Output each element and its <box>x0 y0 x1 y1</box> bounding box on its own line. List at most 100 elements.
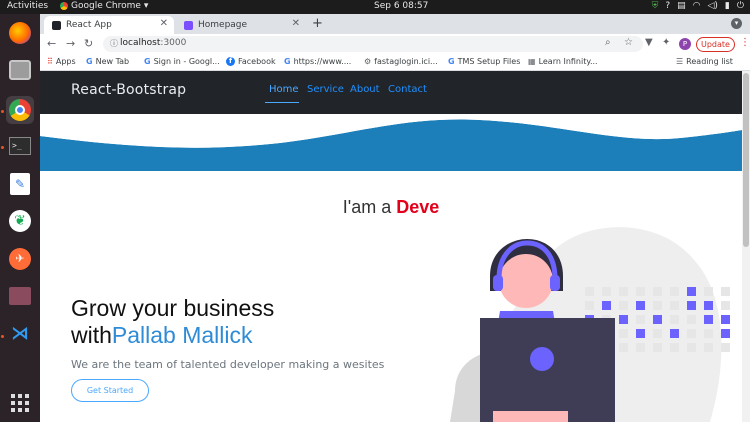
hero-wave <box>40 114 742 171</box>
folder-icon <box>9 287 31 305</box>
bookmark-label: Sign in - Googl... <box>153 57 220 66</box>
headline-with: with <box>71 322 112 348</box>
vscode-icon: ⋊ <box>11 323 29 344</box>
dock-terminal[interactable]: >_ <box>6 132 34 160</box>
tab-react-app[interactable]: React App ✕ <box>44 16 174 34</box>
running-indicator <box>1 146 4 149</box>
chevron-down-icon: ▾ <box>143 1 149 11</box>
google-icon: G <box>284 57 291 66</box>
system-tray[interactable]: ⛨ ? ▤ ◠ ◁) ▮ ⏻ <box>652 1 744 11</box>
firefox-icon <box>9 22 31 44</box>
dock-firefox[interactable] <box>6 19 34 47</box>
reading-list-icon: ☰ <box>676 57 684 66</box>
mongodb-leaf-icon: ❦ <box>9 210 31 232</box>
reload-icon[interactable]: ↻ <box>84 37 93 50</box>
bookmark-tms-setup[interactable]: G TMS Setup Files <box>448 57 520 66</box>
page-icon: ▦ <box>528 57 536 66</box>
reading-list-label: Reading list <box>686 57 733 66</box>
forward-arrow-icon[interactable]: → <box>66 37 75 50</box>
folder-icon <box>9 60 31 80</box>
show-applications-button[interactable] <box>6 389 34 417</box>
tab-strip: React App ✕ Homepage ✕ + ▾ <box>40 14 750 34</box>
address-bar[interactable]: ⓘ localhost:3000 ⌕ ☆ <box>103 36 643 52</box>
bookmark-apps[interactable]: ⠿ Apps <box>47 57 76 66</box>
system-top-bar: Activities Google Chrome ▾ Sep 6 08:57 ⛨… <box>0 0 750 14</box>
site-navbar: React-Bootstrap Home Service About Conta… <box>40 71 742 114</box>
search-icon[interactable]: ⌕ <box>605 37 611 48</box>
dock-mongodb-compass[interactable]: ❦ <box>6 207 34 235</box>
power-icon: ⏻ <box>736 1 744 11</box>
clock[interactable]: Sep 6 08:57 <box>374 1 428 11</box>
update-button[interactable]: Update <box>696 37 735 52</box>
star-icon[interactable]: ☆ <box>624 37 633 48</box>
wifi-icon: ◠ <box>692 1 701 11</box>
back-arrow-icon[interactable]: ← <box>47 37 56 50</box>
bookmark-label: fastaglogin.ici... <box>374 57 438 66</box>
postman-icon: ✈ <box>9 248 31 270</box>
reading-list-button[interactable]: ☰ Reading list <box>676 57 733 66</box>
google-icon: G <box>86 57 93 66</box>
site-brand[interactable]: React-Bootstrap <box>71 82 186 98</box>
react-favicon-icon <box>52 20 61 30</box>
activities-button[interactable]: Activities <box>7 1 48 11</box>
dock-text-editor[interactable]: ✎ <box>6 170 34 198</box>
dock-files[interactable] <box>6 56 34 84</box>
bookmarks-bar: ⠿ Apps G New Tab G Sign in - Googl... f … <box>40 54 750 71</box>
hero-tagline: We are the team of talented developer ma… <box>71 358 385 371</box>
google-icon: G <box>448 57 455 66</box>
close-tab-icon[interactable]: ✕ <box>292 18 300 29</box>
dock-postman[interactable]: ✈ <box>6 245 34 273</box>
bookmark-facebook[interactable]: f Facebook <box>226 57 276 66</box>
bookmark-label: https://www.... <box>293 57 352 66</box>
extension-filter-icon[interactable]: ▼ <box>645 37 653 48</box>
nav-about[interactable]: About <box>350 84 380 95</box>
page-icon: ⚙ <box>364 57 372 66</box>
bookmark-label: Facebook <box>238 57 276 66</box>
bookmark-label: Apps <box>55 57 76 66</box>
volume-icon: ◁) <box>707 1 718 11</box>
bookmark-label: TMS Setup Files <box>457 57 521 66</box>
tab-search-icon[interactable]: ▾ <box>731 18 742 29</box>
app-menu[interactable]: Google Chrome ▾ <box>60 1 148 11</box>
close-tab-icon[interactable]: ✕ <box>160 18 168 29</box>
info-icon[interactable]: ⓘ <box>110 38 118 49</box>
tab-title: React App <box>66 20 112 30</box>
url-host: localhost <box>120 38 161 48</box>
nav-contact[interactable]: Contact <box>388 84 427 95</box>
dock-chrome[interactable] <box>6 96 34 124</box>
nav-service[interactable]: Service <box>307 84 344 95</box>
tab-homepage[interactable]: Homepage ✕ <box>176 16 306 34</box>
page-scrollbar[interactable] <box>742 71 750 422</box>
typed-word: Deve <box>396 197 440 217</box>
dock-vscode[interactable]: ⋊ <box>6 320 34 348</box>
dock-files-2[interactable] <box>6 282 34 310</box>
headline-line-2: withPallab Mallick <box>71 322 274 349</box>
developer-illustration <box>450 227 730 422</box>
headline-name: Pallab Mallick <box>111 322 253 348</box>
app-menu-label: Google Chrome <box>71 1 141 11</box>
battery-icon: ▮ <box>724 1 730 11</box>
profile-avatar[interactable]: P <box>679 38 691 50</box>
headline-line-1: Grow your business <box>71 295 275 321</box>
bookmark-label: New Tab <box>95 57 130 66</box>
hero-headline: Grow your business withPallab Mallick <box>71 295 274 349</box>
get-started-button[interactable]: Get Started <box>71 379 149 402</box>
apps-grid-icon <box>11 394 29 412</box>
bookmark-https[interactable]: G https://www.... <box>284 57 351 66</box>
bookmark-label: Learn Infinity... <box>538 57 598 66</box>
puzzle-extensions-icon[interactable]: ✦ <box>662 37 670 48</box>
bookmark-fastaglogin[interactable]: ⚙ fastaglogin.ici... <box>364 57 438 66</box>
more-menu-icon[interactable]: ⋮ <box>740 37 750 48</box>
nav-home[interactable]: Home <box>269 84 299 95</box>
text-editor-icon: ✎ <box>10 173 30 195</box>
bookmark-new-tab[interactable]: G New Tab <box>86 57 129 66</box>
monitor-icon <box>480 318 615 422</box>
typed-intro: I'am a Deve <box>40 197 742 218</box>
clipboard-icon: ▤ <box>677 1 686 11</box>
homepage-favicon-icon <box>184 20 193 30</box>
bookmark-sign-in[interactable]: G Sign in - Googl... <box>144 57 220 66</box>
scrollbar-thumb[interactable] <box>743 73 749 247</box>
bookmark-learn-infinity[interactable]: ▦ Learn Infinity... <box>528 57 598 66</box>
new-tab-button[interactable]: + <box>312 16 323 31</box>
url-text: localhost:3000 <box>120 38 186 48</box>
